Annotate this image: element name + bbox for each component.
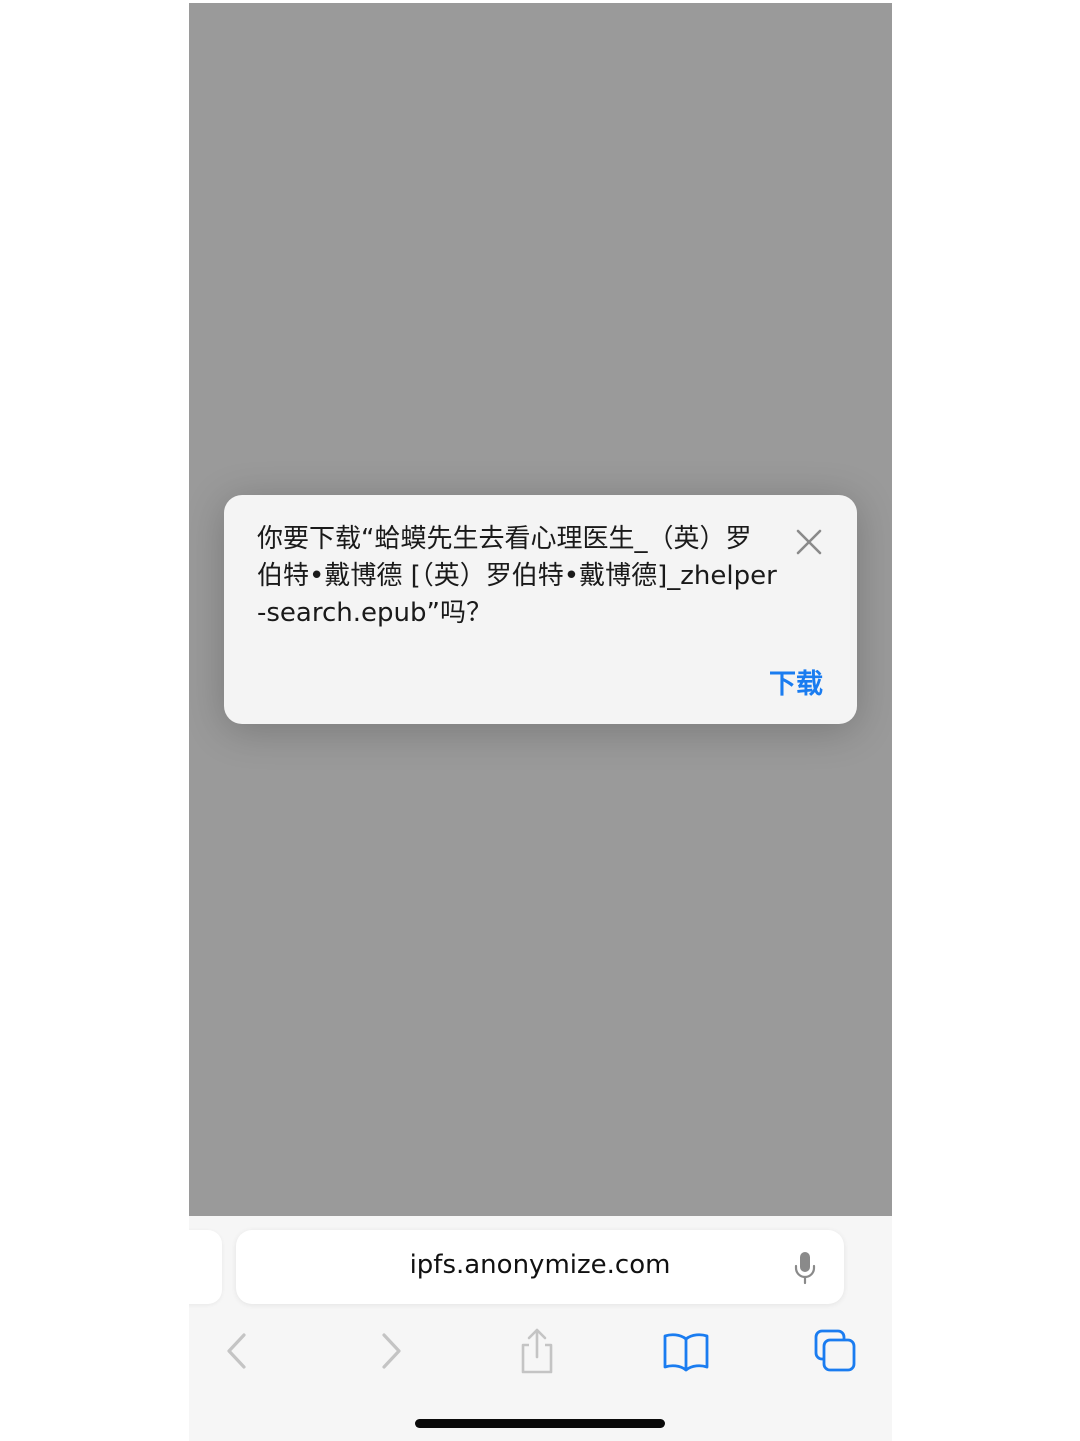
chevron-right-icon[interactable] — [365, 1326, 415, 1376]
share-icon[interactable] — [512, 1326, 562, 1376]
book-icon[interactable] — [661, 1326, 711, 1376]
tabs-icon[interactable] — [810, 1326, 860, 1376]
download-message: 你要下载“蛤蟆先生去看心理医生_（英）罗伯特•戴博德 [（英）罗伯特•戴博德]_… — [257, 524, 777, 628]
previous-tab-preview[interactable] — [189, 1230, 222, 1304]
home-indicator[interactable] — [415, 1419, 665, 1428]
browser-bottom-bar: ipfs.anonymize.com — [189, 1216, 892, 1441]
browser-screen: 你要下载“蛤蟆先生去看心理医生_（英）罗伯特•戴博德 [（英）罗伯特•戴博德]_… — [189, 3, 892, 1441]
chevron-left-icon[interactable] — [213, 1326, 263, 1376]
microphone-icon[interactable] — [792, 1250, 818, 1286]
close-icon[interactable] — [792, 525, 826, 559]
download-button[interactable]: 下载 — [769, 662, 823, 701]
download-dialog: 你要下载“蛤蟆先生去看心理医生_（英）罗伯特•戴博德 [（英）罗伯特•戴博德]_… — [224, 495, 857, 724]
url-text: ipfs.anonymize.com — [409, 1250, 671, 1280]
address-bar[interactable]: ipfs.anonymize.com — [236, 1230, 844, 1304]
